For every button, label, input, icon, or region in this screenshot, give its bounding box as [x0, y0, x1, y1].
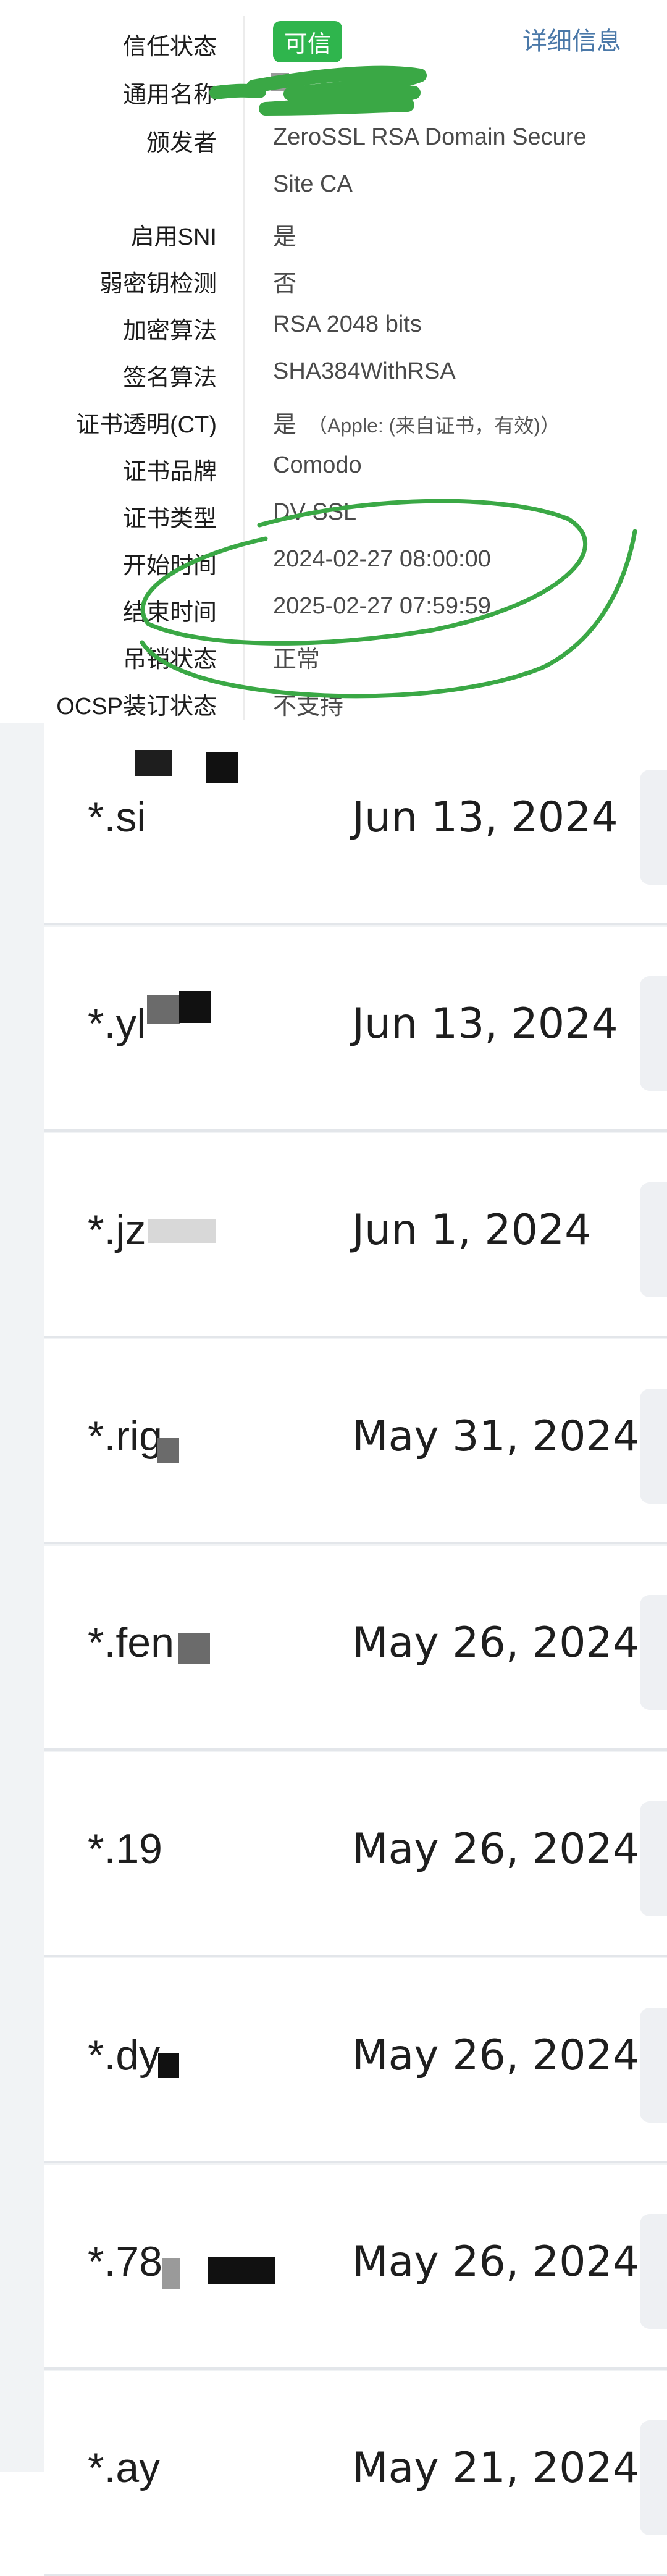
ocsp-label: OCSP装订状态 [56, 694, 217, 720]
type-label: 证书类型 [122, 506, 217, 532]
trust-status-label: 信任状态 [122, 34, 217, 60]
list-item-date: May 26, 2024 [352, 2031, 640, 2080]
list-item[interactable]: *.fen May 26, 2024 [44, 1546, 667, 1751]
domain-redaction [178, 1633, 210, 1664]
list-item[interactable]: *.dy May 26, 2024 [44, 1958, 667, 2163]
list-item-action-tab[interactable] [640, 1595, 667, 1710]
details-link[interactable]: 详细信息 [522, 21, 621, 57]
issuer-row: 颁发者 ZeroSSL RSA Domain Secure Site CA [0, 116, 667, 197]
list-item-domain: *.jz [88, 1206, 146, 1253]
type-row: 证书类型 DV SSL [0, 492, 667, 537]
domain-redaction [158, 2053, 179, 2078]
list-item-date: May 26, 2024 [352, 1618, 640, 1667]
list-item[interactable]: *.yl Jun 13, 2024 [44, 927, 667, 1132]
issuer-label: 颁发者 [146, 130, 217, 156]
ocsp-value: 不支持 [273, 694, 344, 720]
ocsp-row: OCSP装订状态 不支持 [0, 680, 667, 725]
brand-label: 证书品牌 [122, 459, 217, 485]
encryption-value: RSA 2048 bits [273, 311, 422, 337]
list-item-action-tab[interactable] [640, 976, 667, 1091]
weak-key-value: 否 [273, 271, 297, 297]
issuer-value: ZeroSSL RSA Domain Secure Site CA [273, 124, 587, 197]
domain-redaction [162, 2258, 180, 2289]
domain-redaction [208, 2257, 275, 2284]
list-item-domain: *.fen [88, 1619, 174, 1666]
revocation-label: 吊销状态 [122, 647, 217, 673]
list-item-action-tab[interactable] [640, 1801, 667, 1916]
ct-value-text: 是 [273, 412, 297, 438]
list-item-domain: *.19 [88, 1825, 162, 1872]
certificate-details-panel: 信任状态 可信 详细信息 通用名称 颁发者 ZeroSSL RSA Domain… [0, 0, 667, 723]
list-item-domain: *.78 [88, 2238, 162, 2285]
list-item-domain: *.dy [88, 2032, 161, 2079]
brand-value: Comodo [273, 452, 362, 478]
list-item-action-tab[interactable] [640, 1389, 667, 1504]
revocation-value: 正常 [273, 647, 321, 673]
ct-label: 证书透明(CT) [76, 412, 217, 438]
list-item[interactable]: *.ay May 21, 2024 [44, 2371, 667, 2576]
start-time-row: 开始时间 2024-02-27 08:00:00 [0, 539, 667, 584]
domain-redaction [135, 750, 172, 776]
list-item[interactable]: *.78 May 26, 2024 [44, 2165, 667, 2370]
domain-redaction [147, 995, 180, 1024]
domain-redaction [157, 1438, 179, 1463]
signature-value: SHA384WithRSA [273, 358, 456, 384]
list-item-date: Jun 1, 2024 [352, 1206, 592, 1255]
list-item[interactable]: *.rig May 31, 2024 [44, 1339, 667, 1544]
list-item[interactable]: *.19 May 26, 2024 [44, 1752, 667, 1957]
sni-label: 启用SNI [130, 224, 217, 250]
sni-value: 是 [273, 224, 297, 250]
list-item-domain: *.yl [88, 1000, 146, 1047]
brand-row: 证书品牌 Comodo [0, 445, 667, 490]
end-time-label: 结束时间 [122, 600, 217, 626]
list-item-action-tab[interactable] [640, 2420, 667, 2535]
domain-redaction [148, 1219, 216, 1243]
weak-key-row: 弱密钥检测 否 [0, 257, 667, 303]
encryption-row: 加密算法 RSA 2048 bits [0, 304, 667, 350]
list-item-domain: *.ay [88, 2444, 161, 2491]
domain-redaction [179, 991, 211, 1023]
trust-status-badge: 可信 [273, 21, 343, 62]
start-time-label: 开始时间 [122, 553, 217, 579]
start-time-value: 2024-02-27 08:00:00 [273, 546, 491, 572]
encryption-label: 加密算法 [122, 318, 217, 344]
certificate-list: *.si Jun 13, 2024 *.yl Jun 13, 2024 *.jz… [0, 720, 667, 2576]
list-item-date: May 26, 2024 [352, 1825, 640, 1874]
end-time-row: 结束时间 2025-02-27 07:59:59 [0, 586, 667, 631]
weak-key-label: 弱密钥检测 [99, 271, 217, 297]
type-value: DV SSL [273, 499, 357, 525]
list-item-domain: *.si [88, 794, 146, 841]
signature-row: 签名算法 SHA384WithRSA [0, 351, 667, 397]
list-item-action-tab[interactable] [640, 2214, 667, 2329]
list-item-date: May 26, 2024 [352, 2237, 640, 2286]
list-item[interactable]: *.jz Jun 1, 2024 [44, 1133, 667, 1338]
list-item-action-tab[interactable] [640, 1182, 667, 1297]
common-name-label: 通用名称 [122, 82, 217, 108]
ct-note: （Apple: (来自证书，有效)） [308, 415, 560, 437]
common-name-redaction-light [290, 74, 309, 93]
sni-row: 启用SNI 是 [0, 210, 667, 256]
common-name-redaction [271, 73, 289, 91]
list-item-date: Jun 13, 2024 [352, 793, 618, 842]
list-item-action-tab[interactable] [640, 770, 667, 885]
signature-label: 签名算法 [122, 365, 217, 391]
list-item-date: Jun 13, 2024 [352, 1000, 618, 1048]
list-item-date: May 31, 2024 [352, 1412, 640, 1461]
list-item-action-tab[interactable] [640, 2008, 667, 2123]
list-item-domain: *.rig [88, 1413, 162, 1460]
list-item[interactable]: *.si Jun 13, 2024 [44, 720, 667, 925]
ct-row: 证书透明(CT) 是 （Apple: (来自证书，有效)） [0, 398, 667, 444]
common-name-row: 通用名称 [0, 68, 667, 114]
domain-redaction [206, 752, 238, 783]
ct-value: 是 （Apple: (来自证书，有效)） [273, 405, 560, 439]
end-time-value: 2025-02-27 07:59:59 [273, 593, 491, 619]
list-item-date: May 21, 2024 [352, 2444, 640, 2493]
revocation-row: 吊销状态 正常 [0, 633, 667, 678]
